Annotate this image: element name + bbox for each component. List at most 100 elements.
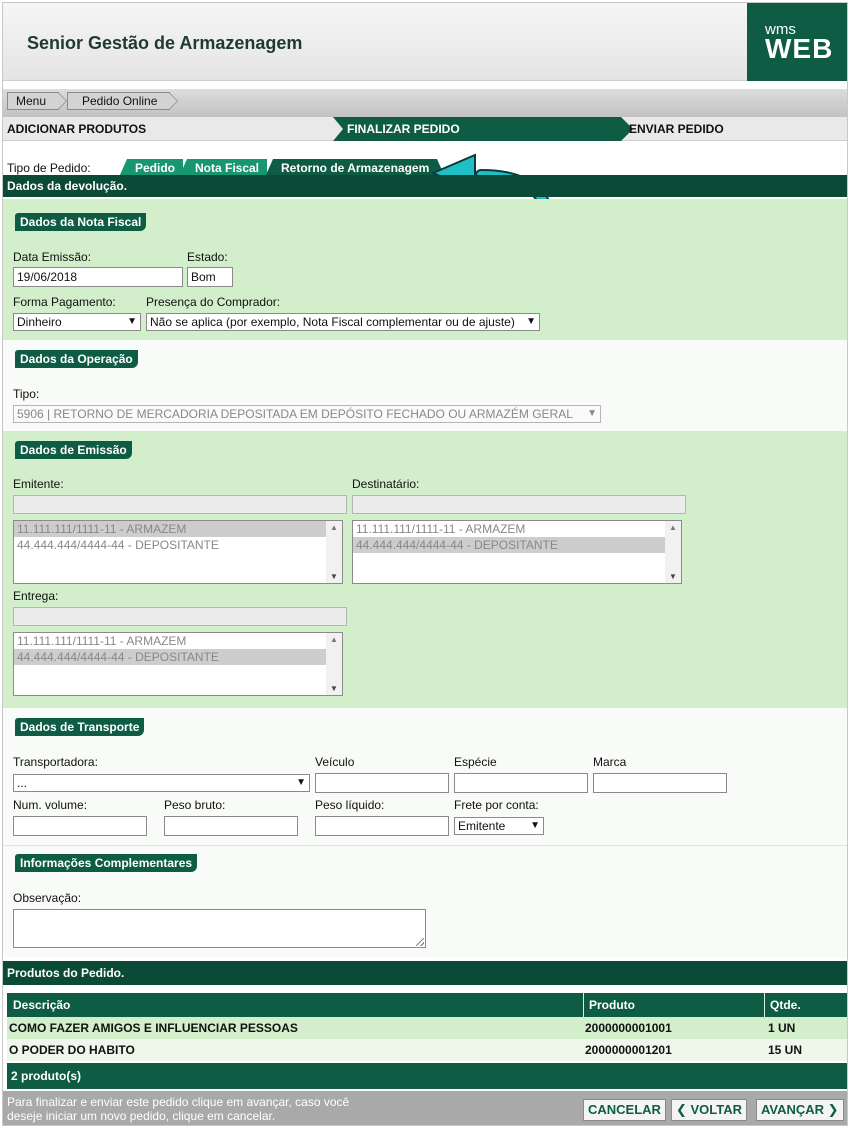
tipo-operacao-value: 5906 | RETORNO DE MERCADORIA DEPOSITADA … (17, 407, 573, 421)
cell-produto: 2000000001201 (585, 1043, 672, 1057)
table-row[interactable]: O PODER DO HABITO 2000000001201 15 UN (7, 1039, 847, 1061)
column-divider (764, 993, 765, 1017)
legend-operacao: Dados da Operação (15, 350, 138, 368)
logo-web-text: WEB (765, 33, 834, 64)
breadcrumb-pedido-online[interactable]: Pedido Online (67, 92, 179, 110)
destinatario-listbox[interactable]: 11.111.111/1111-11 - ARMAZEM 44.444.444/… (352, 520, 682, 584)
forma-pagamento-value: Dinheiro (17, 315, 62, 329)
tipo-pedido-label: Tipo de Pedido: (7, 161, 91, 175)
footer-bar: Para finalizar e enviar este pedido cliq… (3, 1091, 847, 1125)
forma-pagamento-select[interactable]: Dinheiro ▼ (13, 313, 141, 331)
chevron-down-icon: ▼ (530, 820, 540, 831)
cancel-button[interactable]: CANCELAR (583, 1099, 666, 1121)
list-item[interactable]: 44.444.444/4444-44 - DEPOSITANTE (353, 537, 681, 553)
cell-qtde: 15 UN (768, 1043, 803, 1057)
col-produto[interactable]: Produto (589, 993, 635, 1017)
presenca-comprador-value: Não se aplica (por exemplo, Nota Fiscal … (150, 315, 515, 329)
back-button[interactable]: ❮ VOLTAR (671, 1099, 748, 1121)
presenca-comprador-select[interactable]: Não se aplica (por exemplo, Nota Fiscal … (146, 313, 540, 331)
peso-liquido-label: Peso líquido: (315, 798, 385, 812)
breadcrumb-menu[interactable]: Menu (7, 92, 68, 110)
observacao-label: Observação: (13, 891, 82, 905)
emitente-label: Emitente: (13, 477, 64, 491)
chevron-down-icon: ▼ (127, 316, 137, 327)
list-item[interactable]: 11.111.111/1111-11 - ARMAZEM (14, 633, 342, 649)
scrollbar[interactable]: ▲ ▼ (326, 633, 342, 695)
emitente-search-input[interactable] (13, 495, 347, 514)
section-produtos-pedido: Produtos do Pedido. (3, 961, 847, 985)
especie-input[interactable] (454, 773, 588, 793)
transportadora-select[interactable]: ... ▼ (13, 774, 310, 792)
estado-label: Estado: (187, 250, 228, 264)
products-count: 2 produto(s) (7, 1063, 847, 1089)
entrega-listbox[interactable]: 11.111.111/1111-11 - ARMAZEM 44.444.444/… (13, 632, 343, 696)
chevron-down-icon: ▼ (296, 777, 306, 788)
destinatario-search-input[interactable] (352, 495, 686, 514)
step-adicionar-produtos: ADICIONAR PRODUTOS (7, 122, 147, 136)
chevron-down-icon: ▼ (526, 316, 536, 327)
cell-descricao: COMO FAZER AMIGOS E INFLUENCIAR PESSOAS (9, 1021, 298, 1035)
list-item[interactable]: 11.111.111/1111-11 - ARMAZEM (353, 521, 681, 537)
products-table-header: Descrição Produto Qtde. (7, 993, 847, 1017)
legend-complementares: Informações Complementares (15, 854, 198, 872)
app-header: Senior Gestão de Armazenagem wms WEB (3, 3, 847, 81)
list-item[interactable]: 44.444.444/4444-44 - DEPOSITANTE (14, 649, 342, 665)
transportadora-label: Transportadora: (13, 755, 98, 769)
veiculo-label: Veículo (315, 755, 355, 769)
resize-grip-icon[interactable] (416, 938, 424, 946)
marca-input[interactable] (593, 773, 727, 793)
legend-nota-fiscal: Dados da Nota Fiscal (15, 213, 147, 231)
frete-select[interactable]: Emitente ▼ (454, 817, 544, 835)
cell-qtde: 1 UN (768, 1021, 796, 1035)
list-item[interactable]: 44.444.444/4444-44 - DEPOSITANTE (14, 537, 342, 553)
frete-value: Emitente (458, 819, 506, 833)
num-volume-label: Num. volume: (13, 798, 88, 812)
estado-input[interactable]: Bom (187, 267, 233, 287)
wizard-steps: ADICIONAR PRODUTOS FINALIZAR PEDIDO ENVI… (3, 117, 847, 141)
panel-transporte: Dados de Transporte Transportadora: ... … (3, 707, 847, 845)
panel-operacao: Dados da Operação Tipo: 5906 | RETORNO D… (3, 339, 847, 431)
table-row[interactable]: COMO FAZER AMIGOS E INFLUENCIAR PESSOAS … (7, 1017, 847, 1039)
data-emissao-label: Data Emissão: (13, 250, 92, 264)
list-item[interactable]: 11.111.111/1111-11 - ARMAZEM (14, 521, 342, 537)
observacao-textarea[interactable] (13, 909, 426, 948)
num-volume-input[interactable] (13, 816, 147, 836)
breadcrumb: Menu Pedido Online (3, 89, 847, 117)
app-window: Senior Gestão de Armazenagem wms WEB Men… (2, 2, 848, 1126)
col-descricao[interactable]: Descrição (13, 993, 70, 1017)
forma-pagamento-label: Forma Pagamento: (13, 295, 116, 309)
peso-bruto-label: Peso bruto: (164, 798, 226, 812)
tipo-operacao-select[interactable]: 5906 | RETORNO DE MERCADORIA DEPOSITADA … (13, 405, 601, 423)
emitente-listbox[interactable]: 11.111.111/1111-11 - ARMAZEM 44.444.444/… (13, 520, 343, 584)
column-divider (583, 993, 584, 1017)
marca-label: Marca (593, 755, 627, 769)
entrega-label: Entrega: (13, 589, 59, 603)
step-finalizar-pedido: FINALIZAR PEDIDO (333, 117, 633, 141)
transportadora-value: ... (17, 776, 28, 790)
cell-produto: 2000000001001 (585, 1021, 672, 1035)
step-enviar-pedido: ENVIAR PEDIDO (629, 122, 724, 136)
frete-label: Frete por conta: (454, 798, 539, 812)
peso-bruto-input[interactable] (164, 816, 298, 836)
legend-transporte: Dados de Transporte (15, 718, 145, 736)
chevron-down-icon: ▼ (587, 408, 597, 419)
wms-web-logo: wms WEB (747, 3, 847, 81)
data-emissao-input[interactable]: 19/06/2018 (13, 267, 183, 287)
peso-liquido-input[interactable] (315, 816, 449, 836)
app-title: Senior Gestão de Armazenagem (27, 33, 303, 53)
legend-emissao: Dados de Emissão (15, 441, 132, 459)
veiculo-input[interactable] (315, 773, 449, 793)
panel-emissao: Dados de Emissão Emitente: 11.111.111/11… (3, 431, 847, 707)
col-qtde[interactable]: Qtde. (770, 993, 801, 1017)
panel-complementares: Informações Complementares Observação: (3, 845, 847, 957)
scrollbar[interactable]: ▲ ▼ (665, 521, 681, 583)
next-button[interactable]: AVANÇAR ❯ (756, 1099, 844, 1121)
section-dados-devolucao: Dados da devolução. (3, 175, 847, 197)
destinatario-label: Destinatário: (352, 477, 420, 491)
especie-label: Espécie (454, 755, 497, 769)
scrollbar[interactable]: ▲ ▼ (326, 521, 342, 583)
entrega-search-input[interactable] (13, 607, 347, 626)
tipo-operacao-label: Tipo: (13, 387, 40, 401)
footer-help-text: Para finalizar e enviar este pedido cliq… (7, 1095, 350, 1123)
presenca-comprador-label: Presença do Comprador: (146, 295, 281, 309)
